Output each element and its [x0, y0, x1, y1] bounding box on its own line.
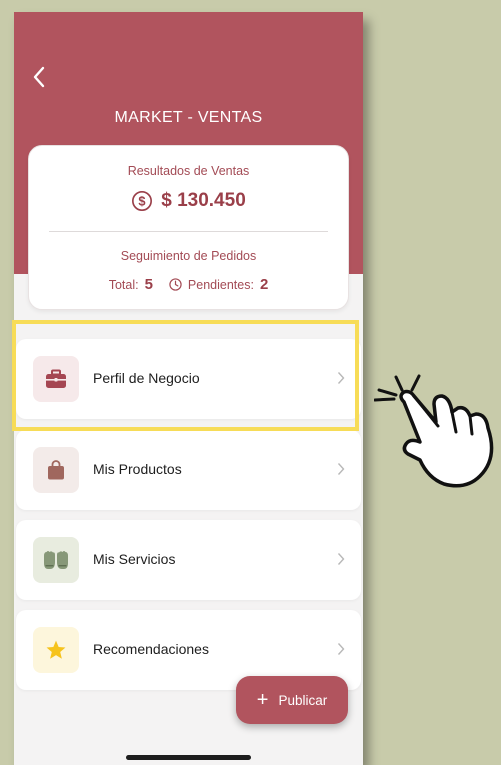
pending-label: Pendientes: — [187, 277, 254, 292]
highlight-frame — [12, 320, 359, 431]
menu-item-label: Mis Productos — [93, 461, 182, 477]
divider — [49, 231, 328, 232]
plus-icon: + — [256, 689, 269, 711]
publish-button[interactable]: + Publicar — [236, 676, 348, 724]
menu-icon-tile — [33, 447, 79, 493]
orders-counts: Total: 5 Pendientes: 2 — [29, 276, 348, 293]
menu-icon-tile — [33, 537, 79, 583]
dollar-circle-icon: $ — [132, 191, 153, 211]
star-icon — [46, 640, 66, 659]
back-button[interactable] — [32, 66, 54, 92]
sales-row: $ $ 130.450 — [29, 190, 348, 212]
total-value: 5 — [144, 276, 153, 293]
pending-value: 2 — [259, 276, 269, 293]
orders-label: Seguimiento de Pedidos — [120, 249, 257, 263]
shopping-bag-icon — [48, 460, 64, 480]
sales-summary-card: Resultados de Ventas $ $ 130.450 Seguimi… — [28, 145, 349, 310]
chevron-left-icon — [33, 66, 45, 88]
publish-label: Publicar — [278, 692, 328, 708]
total-label: Total: — [108, 277, 139, 292]
menu-item-label: Mis Servicios — [93, 551, 176, 567]
menu-icon-tile — [33, 627, 79, 673]
pointing-hand-icon — [374, 374, 494, 488]
svg-text:$: $ — [139, 194, 146, 209]
chevron-right-icon — [337, 643, 345, 655]
sales-value: $ 130.450 — [161, 190, 246, 211]
menu-item-my-products[interactable]: Mis Productos — [16, 430, 361, 510]
chevron-right-icon — [337, 463, 345, 475]
chevron-right-icon — [337, 553, 345, 565]
menu-item-label: Recomendaciones — [93, 641, 209, 657]
sales-label: Resultados de Ventas — [127, 164, 250, 178]
gloves-icon — [44, 551, 68, 569]
menu-item-my-services[interactable]: Mis Servicios — [16, 520, 361, 600]
clock-icon — [169, 278, 182, 291]
home-indicator — [126, 755, 251, 760]
page-title: MARKET - VENTAS — [114, 109, 263, 126]
